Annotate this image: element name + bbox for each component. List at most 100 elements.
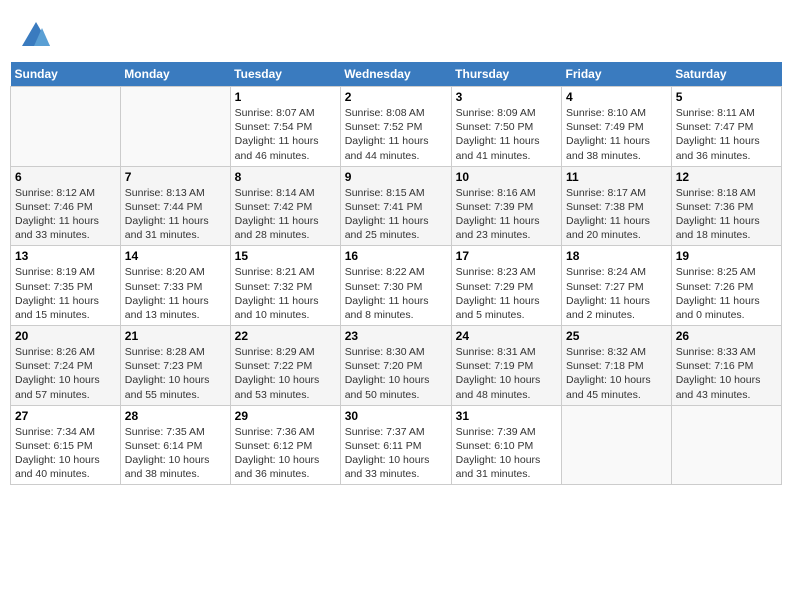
day-content: Sunrise: 8:17 AM Sunset: 7:38 PM Dayligh… (566, 186, 667, 243)
day-number: 2 (345, 90, 447, 104)
day-number: 6 (15, 170, 116, 184)
calendar-cell: 23 Sunrise: 8:30 AM Sunset: 7:20 PM Dayli… (340, 326, 451, 406)
calendar-cell: 9 Sunrise: 8:15 AM Sunset: 7:41 PM Daylig… (340, 166, 451, 246)
day-number: 21 (125, 329, 226, 343)
day-number: 11 (566, 170, 667, 184)
day-number: 16 (345, 249, 447, 263)
day-number: 4 (566, 90, 667, 104)
calendar-cell: 18 Sunrise: 8:24 AM Sunset: 7:27 PM Dayli… (562, 246, 672, 326)
day-header: Thursday (451, 62, 561, 87)
calendar-week-row: 27 Sunrise: 7:34 AM Sunset: 6:15 PM Dayli… (11, 405, 782, 485)
day-header: Friday (562, 62, 672, 87)
day-content: Sunrise: 8:25 AM Sunset: 7:26 PM Dayligh… (676, 265, 777, 322)
day-content: Sunrise: 8:32 AM Sunset: 7:18 PM Dayligh… (566, 345, 667, 402)
day-content: Sunrise: 7:35 AM Sunset: 6:14 PM Dayligh… (125, 425, 226, 482)
day-content: Sunrise: 8:21 AM Sunset: 7:32 PM Dayligh… (235, 265, 336, 322)
day-content: Sunrise: 8:15 AM Sunset: 7:41 PM Dayligh… (345, 186, 447, 243)
day-content: Sunrise: 8:11 AM Sunset: 7:47 PM Dayligh… (676, 106, 777, 163)
calendar-week-row: 20 Sunrise: 8:26 AM Sunset: 7:24 PM Dayli… (11, 326, 782, 406)
day-number: 26 (676, 329, 777, 343)
day-content: Sunrise: 8:28 AM Sunset: 7:23 PM Dayligh… (125, 345, 226, 402)
logo-icon (20, 18, 52, 50)
day-content: Sunrise: 7:36 AM Sunset: 6:12 PM Dayligh… (235, 425, 336, 482)
day-header: Saturday (671, 62, 781, 87)
calendar-cell: 30 Sunrise: 7:37 AM Sunset: 6:11 PM Dayli… (340, 405, 451, 485)
calendar-cell: 11 Sunrise: 8:17 AM Sunset: 7:38 PM Dayli… (562, 166, 672, 246)
calendar-cell: 14 Sunrise: 8:20 AM Sunset: 7:33 PM Dayli… (120, 246, 230, 326)
calendar-cell: 29 Sunrise: 7:36 AM Sunset: 6:12 PM Dayli… (230, 405, 340, 485)
day-number: 13 (15, 249, 116, 263)
day-number: 27 (15, 409, 116, 423)
day-content: Sunrise: 8:23 AM Sunset: 7:29 PM Dayligh… (456, 265, 557, 322)
calendar-cell: 25 Sunrise: 8:32 AM Sunset: 7:18 PM Dayli… (562, 326, 672, 406)
calendar-cell: 26 Sunrise: 8:33 AM Sunset: 7:16 PM Dayli… (671, 326, 781, 406)
day-content: Sunrise: 8:31 AM Sunset: 7:19 PM Dayligh… (456, 345, 557, 402)
day-content: Sunrise: 8:20 AM Sunset: 7:33 PM Dayligh… (125, 265, 226, 322)
day-number: 7 (125, 170, 226, 184)
day-content: Sunrise: 8:14 AM Sunset: 7:42 PM Dayligh… (235, 186, 336, 243)
day-content: Sunrise: 8:30 AM Sunset: 7:20 PM Dayligh… (345, 345, 447, 402)
day-header: Monday (120, 62, 230, 87)
day-content: Sunrise: 8:07 AM Sunset: 7:54 PM Dayligh… (235, 106, 336, 163)
day-content: Sunrise: 8:10 AM Sunset: 7:49 PM Dayligh… (566, 106, 667, 163)
day-number: 15 (235, 249, 336, 263)
calendar-cell: 24 Sunrise: 8:31 AM Sunset: 7:19 PM Dayli… (451, 326, 561, 406)
calendar-cell: 12 Sunrise: 8:18 AM Sunset: 7:36 PM Dayli… (671, 166, 781, 246)
calendar-cell: 13Sunrise: 8:19 AM Sunset: 7:35 PM Dayli… (11, 246, 121, 326)
day-content: Sunrise: 7:37 AM Sunset: 6:11 PM Dayligh… (345, 425, 447, 482)
day-number: 19 (676, 249, 777, 263)
calendar-cell (562, 405, 672, 485)
calendar-cell: 1 Sunrise: 8:07 AM Sunset: 7:54 PM Daylig… (230, 87, 340, 167)
calendar-cell: 3 Sunrise: 8:09 AM Sunset: 7:50 PM Daylig… (451, 87, 561, 167)
day-content: Sunrise: 7:34 AM Sunset: 6:15 PM Dayligh… (15, 425, 116, 482)
day-header: Wednesday (340, 62, 451, 87)
calendar-cell: 5Sunrise: 8:11 AM Sunset: 7:47 PM Daylig… (671, 87, 781, 167)
day-content: Sunrise: 8:18 AM Sunset: 7:36 PM Dayligh… (676, 186, 777, 243)
calendar-cell: 22Sunrise: 8:29 AM Sunset: 7:22 PM Dayli… (230, 326, 340, 406)
calendar-cell: 6 Sunrise: 8:12 AM Sunset: 7:46 PM Daylig… (11, 166, 121, 246)
calendar-cell: 8 Sunrise: 8:14 AM Sunset: 7:42 PM Daylig… (230, 166, 340, 246)
day-number: 12 (676, 170, 777, 184)
calendar-cell: 4 Sunrise: 8:10 AM Sunset: 7:49 PM Daylig… (562, 87, 672, 167)
calendar-header-row: SundayMondayTuesdayWednesdayThursdayFrid… (11, 62, 782, 87)
calendar-cell: 2 Sunrise: 8:08 AM Sunset: 7:52 PM Daylig… (340, 87, 451, 167)
day-content: Sunrise: 8:22 AM Sunset: 7:30 PM Dayligh… (345, 265, 447, 322)
day-number: 30 (345, 409, 447, 423)
day-content: Sunrise: 8:08 AM Sunset: 7:52 PM Dayligh… (345, 106, 447, 163)
calendar-cell: 21 Sunrise: 8:28 AM Sunset: 7:23 PM Dayli… (120, 326, 230, 406)
day-number: 8 (235, 170, 336, 184)
logo (20, 18, 56, 50)
day-number: 17 (456, 249, 557, 263)
day-header: Sunday (11, 62, 121, 87)
day-content: Sunrise: 8:26 AM Sunset: 7:24 PM Dayligh… (15, 345, 116, 402)
calendar-week-row: 1 Sunrise: 8:07 AM Sunset: 7:54 PM Daylig… (11, 87, 782, 167)
calendar-cell: 16 Sunrise: 8:22 AM Sunset: 7:30 PM Dayli… (340, 246, 451, 326)
calendar-week-row: 6 Sunrise: 8:12 AM Sunset: 7:46 PM Daylig… (11, 166, 782, 246)
calendar-cell: 17 Sunrise: 8:23 AM Sunset: 7:29 PM Dayli… (451, 246, 561, 326)
day-content: Sunrise: 8:12 AM Sunset: 7:46 PM Dayligh… (15, 186, 116, 243)
day-number: 10 (456, 170, 557, 184)
day-number: 3 (456, 90, 557, 104)
calendar-cell: 20 Sunrise: 8:26 AM Sunset: 7:24 PM Dayli… (11, 326, 121, 406)
day-number: 24 (456, 329, 557, 343)
day-number: 23 (345, 329, 447, 343)
day-header: Tuesday (230, 62, 340, 87)
calendar-cell: 7 Sunrise: 8:13 AM Sunset: 7:44 PM Daylig… (120, 166, 230, 246)
day-number: 18 (566, 249, 667, 263)
day-content: Sunrise: 8:24 AM Sunset: 7:27 PM Dayligh… (566, 265, 667, 322)
day-number: 22 (235, 329, 336, 343)
calendar-cell (120, 87, 230, 167)
day-number: 31 (456, 409, 557, 423)
day-content: Sunrise: 8:13 AM Sunset: 7:44 PM Dayligh… (125, 186, 226, 243)
calendar-cell: 31 Sunrise: 7:39 AM Sunset: 6:10 PM Dayli… (451, 405, 561, 485)
day-content: Sunrise: 7:39 AM Sunset: 6:10 PM Dayligh… (456, 425, 557, 482)
day-number: 14 (125, 249, 226, 263)
day-content: Sunrise: 8:09 AM Sunset: 7:50 PM Dayligh… (456, 106, 557, 163)
day-number: 1 (235, 90, 336, 104)
day-number: 25 (566, 329, 667, 343)
day-number: 9 (345, 170, 447, 184)
day-number: 29 (235, 409, 336, 423)
day-content: Sunrise: 8:33 AM Sunset: 7:16 PM Dayligh… (676, 345, 777, 402)
day-number: 20 (15, 329, 116, 343)
page-header (10, 10, 782, 54)
